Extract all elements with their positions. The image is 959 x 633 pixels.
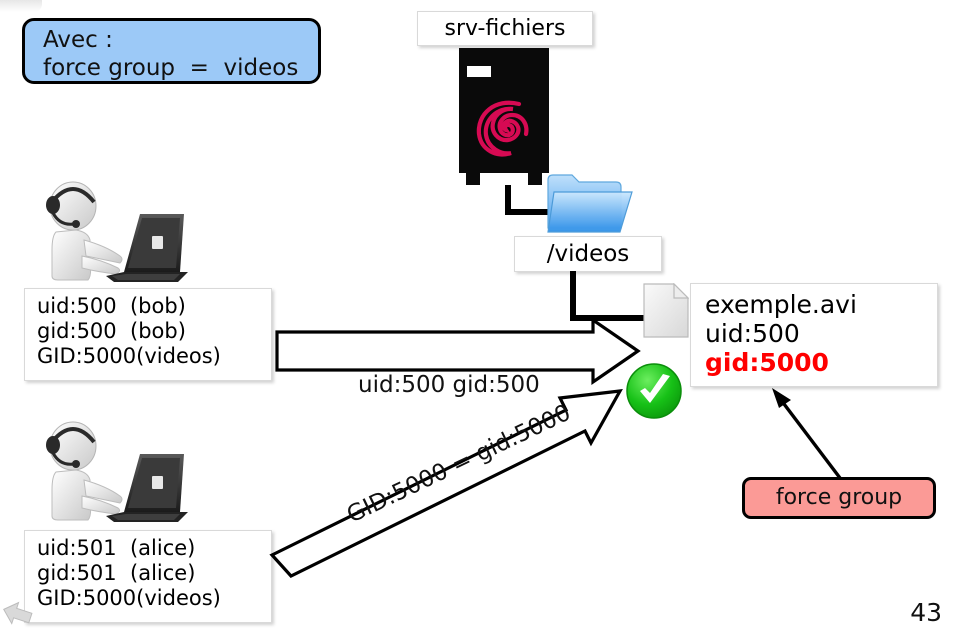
top-left-smudge — [0, 0, 42, 12]
folder-path-label: /videos — [514, 236, 662, 272]
server-foot-left — [466, 173, 480, 185]
file-gid: gid:5000 — [705, 348, 829, 377]
user-gid: gid:500 (bob) — [37, 318, 186, 343]
diagonal-arrow-label: GID:5000 = gid:5000 — [343, 399, 575, 529]
user-uid: uid:500 (bob) — [37, 294, 186, 318]
file-name: exemple.avi — [705, 290, 857, 319]
user-laptop-icon — [46, 181, 188, 282]
avec-line-2: force group = videos — [43, 55, 299, 82]
server-tower-icon — [459, 48, 549, 188]
back-arrow-icon[interactable] — [1, 597, 35, 631]
avec-line-1: Avec : — [43, 27, 113, 53]
page-number: 43 — [910, 598, 942, 627]
slide-canvas: Avec : force group = videos srv-fichiers — [0, 0, 959, 633]
file-info-box: exemple.avi uid:500 gid:5000 — [690, 283, 938, 387]
force-group-pointer-arrow — [772, 388, 842, 480]
connector-videos-vertical — [570, 271, 576, 321]
server-drive-slot — [467, 66, 491, 77]
folder-icon — [547, 174, 633, 233]
server-label: srv-fichiers — [417, 11, 593, 46]
force-group-badge: force group — [742, 477, 936, 519]
document-icon — [643, 283, 689, 338]
connector-videos-horizontal — [570, 315, 648, 321]
horizontal-arrow-label: uid:500 gid:500 — [358, 372, 540, 398]
file-uid: uid:500 — [705, 319, 800, 348]
user-info-box: uid:500 (bob) gid:500 (bob) GID:5000(vid… — [24, 288, 272, 381]
user-group: GID:5000(videos) — [37, 585, 221, 610]
user-info-box: uid:501 (alice) gid:501 (alice) GID:5000… — [24, 530, 272, 623]
server-foot-right — [528, 173, 542, 185]
green-check-icon — [626, 363, 682, 419]
user-group: GID:5000(videos) — [37, 343, 221, 368]
debian-swirl-icon — [476, 100, 529, 157]
user-uid: uid:501 (alice) — [37, 536, 196, 560]
avec-callout-box: Avec : force group = videos — [22, 18, 321, 84]
user-laptop-icon — [46, 421, 188, 522]
user-gid: gid:501 (alice) — [37, 560, 196, 585]
